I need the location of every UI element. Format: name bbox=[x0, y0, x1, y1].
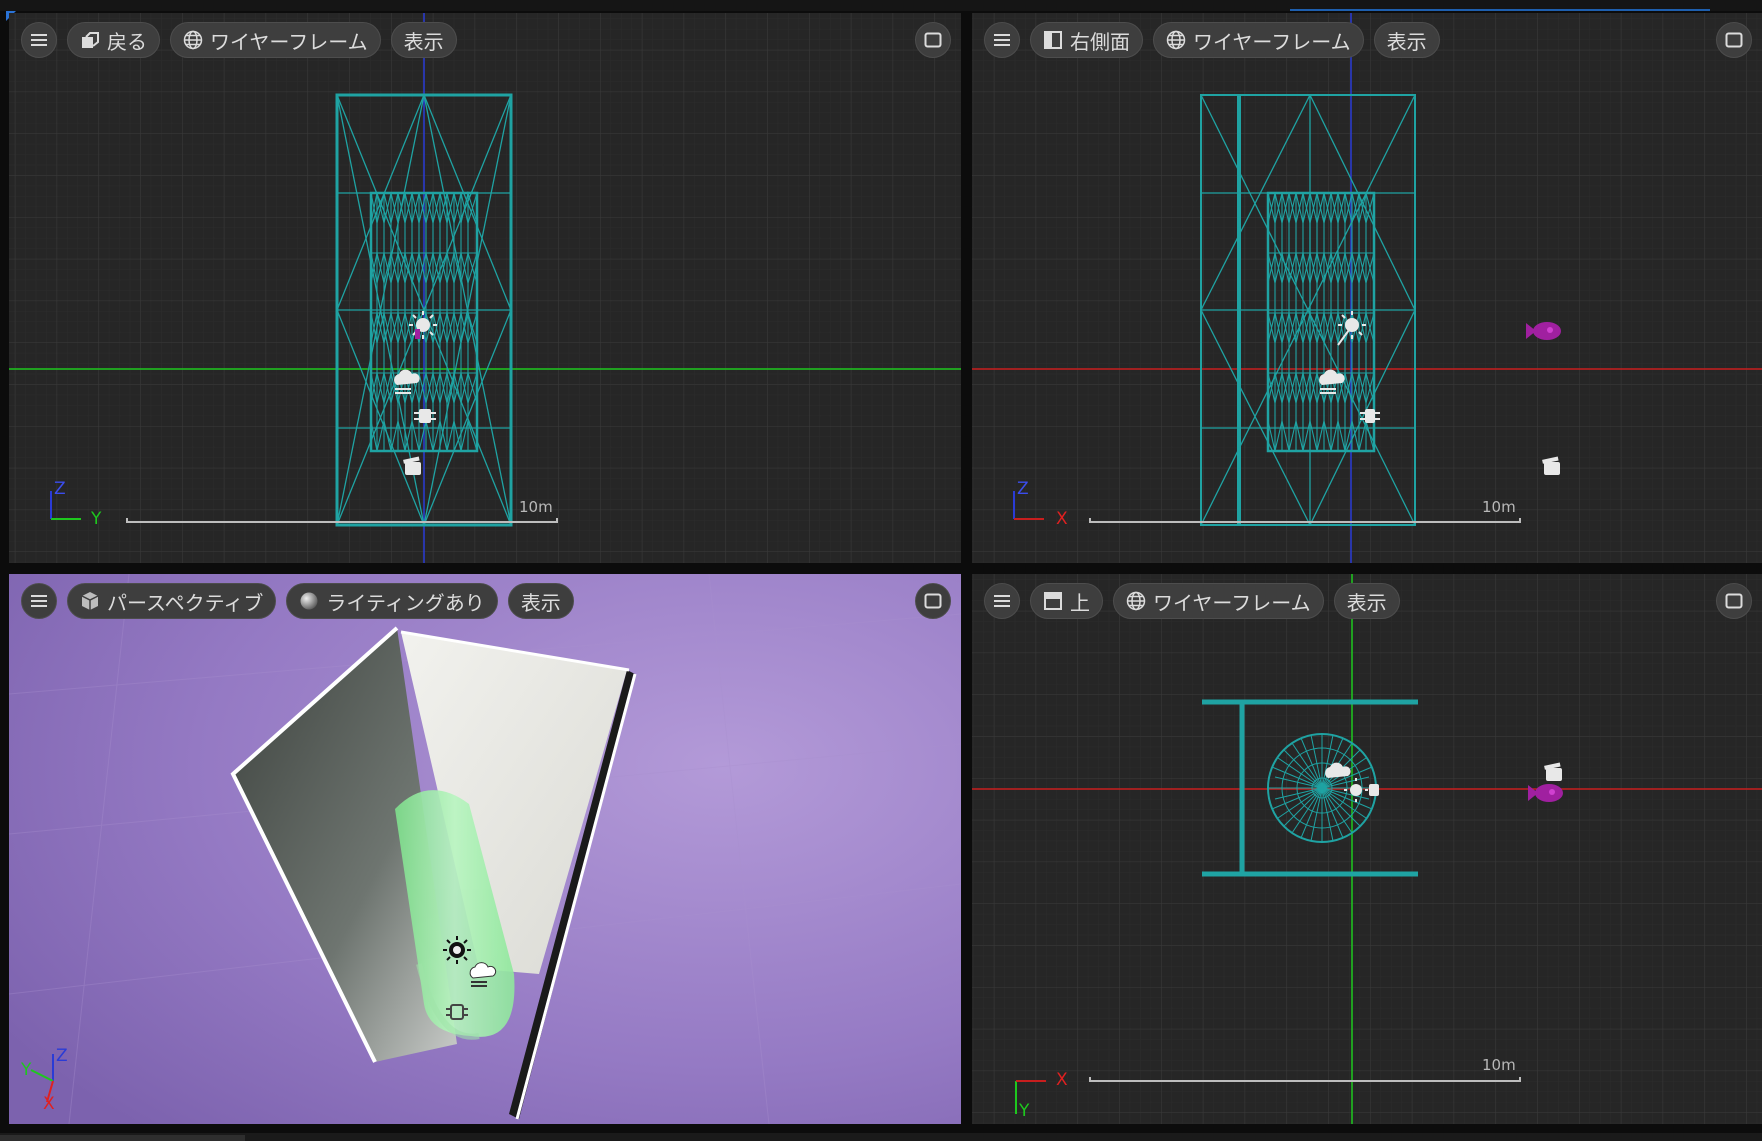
axis-label-z: Z bbox=[1017, 479, 1029, 499]
axis-label-x: X bbox=[1056, 1070, 1068, 1090]
show-menu-button[interactable]: 表示 bbox=[1333, 583, 1400, 619]
viewport-menu-button[interactable] bbox=[21, 583, 57, 619]
view-type-button[interactable]: パースペクティブ bbox=[67, 583, 277, 619]
camera-actor-icon[interactable] bbox=[1544, 762, 1562, 781]
maximize-viewport-button[interactable] bbox=[1716, 22, 1752, 58]
lit-sphere-icon bbox=[299, 591, 319, 611]
view-mode-label: ワイヤーフレーム bbox=[1153, 590, 1311, 615]
fog-actor-icon[interactable] bbox=[1369, 784, 1379, 796]
view-type-button[interactable]: 上 bbox=[1030, 583, 1103, 619]
viewport-toolbar: 戻る ワイヤーフレーム 表示 bbox=[21, 22, 457, 58]
view-type-label: パースペクティブ bbox=[107, 590, 264, 615]
wireframe-sphere-icon bbox=[1126, 591, 1146, 611]
viewport-front[interactable]: Z Y 10m 戻る ワイヤーフレーム 表示 bbox=[9, 13, 961, 563]
maximize-icon bbox=[924, 32, 942, 48]
view-type-label: 上 bbox=[1070, 590, 1090, 615]
view-mode-button[interactable]: ライティングあり bbox=[286, 583, 498, 619]
hamburger-icon bbox=[994, 34, 1010, 46]
wireframe-sphere-icon bbox=[1166, 30, 1186, 50]
view-type-button[interactable]: 右側面 bbox=[1030, 22, 1143, 58]
show-label: 表示 bbox=[1346, 590, 1387, 615]
scale-label: 10m bbox=[519, 498, 553, 516]
axis-label-y: Y bbox=[21, 1060, 32, 1080]
view-mode-label: ワイヤーフレーム bbox=[1193, 29, 1351, 54]
perspective-cube-icon bbox=[80, 591, 100, 611]
show-menu-button[interactable]: 表示 bbox=[507, 583, 574, 619]
camera-actor-icon[interactable] bbox=[1542, 456, 1560, 475]
hamburger-icon bbox=[31, 595, 47, 607]
maximize-icon bbox=[924, 593, 942, 609]
axis-label-x: X bbox=[43, 1094, 55, 1114]
view-mode-button[interactable]: ワイヤーフレーム bbox=[1153, 22, 1364, 58]
viewport-right[interactable]: Z X 10m 右側面 ワイヤーフレーム 表示 bbox=[972, 13, 1762, 563]
show-label: 表示 bbox=[1386, 29, 1427, 54]
view-mode-button[interactable]: ワイヤーフレーム bbox=[1113, 583, 1324, 619]
front-view-cube-icon bbox=[80, 30, 100, 50]
maximize-icon bbox=[1725, 32, 1743, 48]
viewport-menu-button[interactable] bbox=[984, 22, 1020, 58]
axis-label-y: Y bbox=[1019, 1101, 1030, 1121]
axis-label-x: X bbox=[1056, 509, 1068, 529]
bottom-status-strip bbox=[0, 1133, 1762, 1141]
viewport-grid bbox=[9, 13, 961, 563]
maximize-viewport-button[interactable] bbox=[915, 583, 951, 619]
active-tab-indicator bbox=[1290, 9, 1710, 11]
viewport-perspective[interactable]: Z Y X パースペクティブ ライティングあり 表示 bbox=[9, 574, 961, 1124]
show-label: 表示 bbox=[403, 29, 444, 54]
hamburger-icon bbox=[31, 34, 47, 46]
viewport-toolbar: パースペクティブ ライティングあり 表示 bbox=[21, 583, 574, 619]
side-view-icon bbox=[1043, 30, 1063, 50]
scale-label: 10m bbox=[1482, 1056, 1516, 1074]
show-menu-button[interactable]: 表示 bbox=[1373, 22, 1440, 58]
axis-label-z: Z bbox=[54, 479, 66, 499]
viewport-menu-button[interactable] bbox=[21, 22, 57, 58]
view-mode-label: ライティングあり bbox=[326, 590, 485, 615]
scale-label: 10m bbox=[1482, 498, 1516, 516]
maximize-viewport-button[interactable] bbox=[1716, 583, 1752, 619]
viewport-menu-button[interactable] bbox=[984, 583, 1020, 619]
axis-label-y: Y bbox=[91, 509, 102, 529]
show-menu-button[interactable]: 表示 bbox=[390, 22, 457, 58]
camera-actor-icon[interactable] bbox=[403, 456, 421, 475]
top-view-icon bbox=[1043, 591, 1063, 611]
view-mode-button[interactable]: ワイヤーフレーム bbox=[170, 22, 381, 58]
window-top-strip bbox=[0, 0, 1762, 21]
view-type-label: 戻る bbox=[107, 29, 147, 54]
viewport-toolbar: 上 ワイヤーフレーム 表示 bbox=[984, 583, 1400, 619]
hamburger-icon bbox=[994, 595, 1010, 607]
view-type-label: 右側面 bbox=[1070, 29, 1130, 54]
viewport-top[interactable]: X Y 10m 上 ワイヤーフレーム 表示 bbox=[972, 574, 1762, 1124]
maximize-viewport-button[interactable] bbox=[915, 22, 951, 58]
view-mode-label: ワイヤーフレーム bbox=[210, 29, 368, 54]
perspective-scene bbox=[9, 574, 961, 1124]
bottom-tab[interactable] bbox=[0, 1135, 245, 1141]
viewport-grid bbox=[972, 574, 1762, 1124]
viewport-grid bbox=[972, 13, 1762, 563]
wireframe-sphere-icon bbox=[183, 30, 203, 50]
show-label: 表示 bbox=[520, 590, 561, 615]
maximize-icon bbox=[1725, 593, 1743, 609]
axis-label-z: Z bbox=[56, 1046, 68, 1066]
viewport-toolbar: 右側面 ワイヤーフレーム 表示 bbox=[984, 22, 1440, 58]
view-type-button[interactable]: 戻る bbox=[67, 22, 160, 58]
